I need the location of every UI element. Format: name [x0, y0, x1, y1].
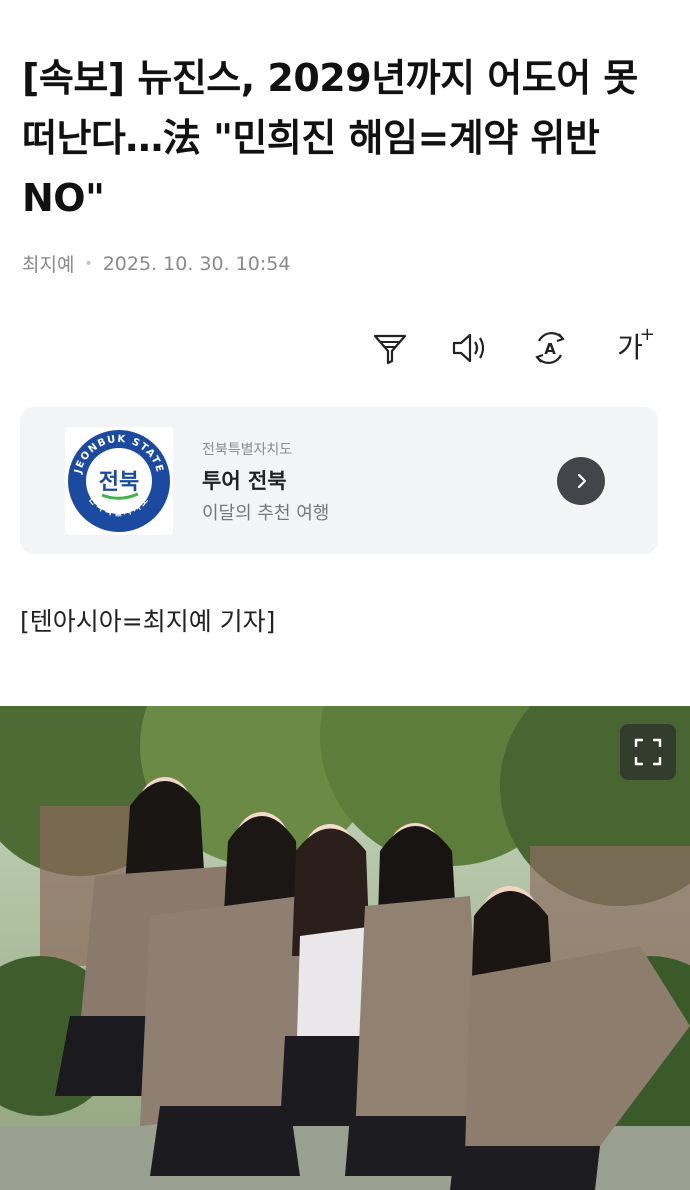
svg-text:전북: 전북	[99, 470, 139, 495]
meta-separator: •	[84, 255, 93, 272]
font-size-icon: 가 +	[617, 324, 655, 364]
article-toolbar: A 가 +	[370, 324, 655, 370]
expand-photo-button[interactable]	[620, 724, 676, 780]
promo-title: 투어 전북	[202, 469, 287, 493]
photo-illustration	[0, 706, 690, 1190]
font-size-button[interactable]: 가 +	[610, 324, 655, 370]
article-meta: 최지예 • 2025. 10. 30. 10:54	[22, 250, 290, 277]
promo-arrow-button[interactable]	[557, 457, 605, 505]
publish-timestamp: 2025. 10. 30. 10:54	[102, 252, 291, 275]
translate-button[interactable]: A	[530, 326, 570, 370]
filter-icon	[373, 334, 407, 365]
expand-icon	[634, 738, 662, 766]
listen-button[interactable]	[450, 326, 490, 370]
chevron-right-icon	[577, 473, 587, 489]
svg-text:A: A	[544, 340, 556, 358]
translate-icon: A	[535, 332, 565, 364]
article-byline: [텐아시아=최지예 기자]	[20, 607, 276, 636]
speaker-icon	[452, 333, 485, 363]
jeonbuk-logo: JEONBUK STATE 전북특별자치도 전북	[65, 427, 173, 535]
promo-subtitle: 이달의 추천 여행	[202, 503, 330, 524]
article-photo[interactable]	[0, 706, 690, 1190]
article-headline: [속보] 뉴진스, 2029년까지 어도어 못 떠난다…法 "민희진 해임=계약…	[22, 56, 638, 220]
filter-button[interactable]	[370, 326, 410, 370]
promo-sponsor: 전북특별자치도	[202, 442, 293, 458]
promo-card[interactable]: JEONBUK STATE 전북특별자치도 전북 전북특별자치도 투어 전북 이…	[20, 407, 658, 554]
author-name[interactable]: 최지예	[22, 250, 74, 277]
